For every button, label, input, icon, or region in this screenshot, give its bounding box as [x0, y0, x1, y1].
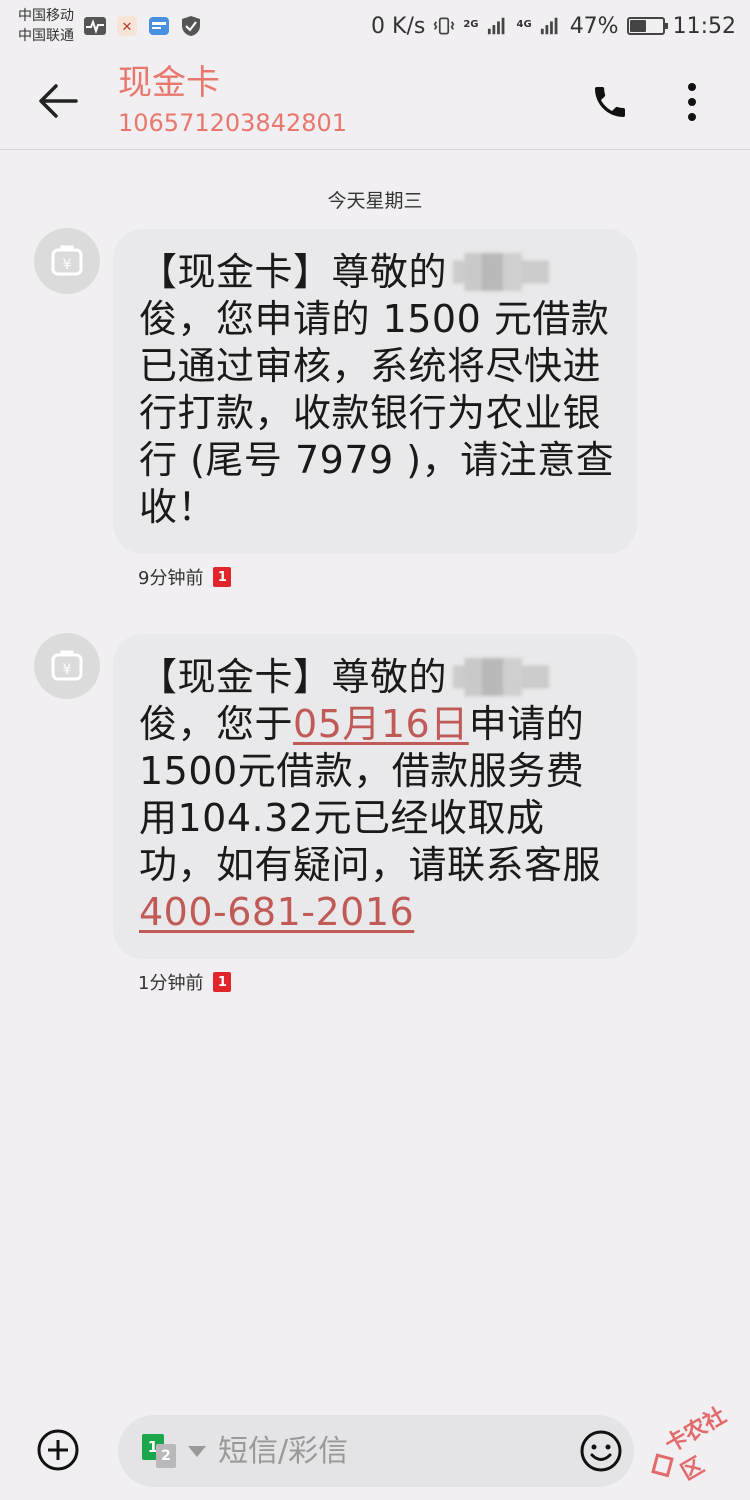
- battery-level: [629, 20, 646, 32]
- more-options-button[interactable]: [668, 74, 716, 130]
- message-bubble[interactable]: 【现金卡】尊敬的俊，您申请的 1500 元借款已通过审核，系统将尽快进行打款，收…: [113, 229, 637, 554]
- battery-percent: 47%: [569, 13, 619, 39]
- svg-text:¥: ¥: [63, 257, 72, 273]
- network-speed: 0 K/s: [371, 13, 426, 39]
- battery-icon: [626, 17, 668, 35]
- message-time: 1分钟前: [138, 973, 204, 994]
- message-meta: 9分钟前 1: [138, 564, 232, 590]
- message-bubble[interactable]: 【现金卡】尊敬的俊，您于05月16日申请的1500元借款，借款服务费用104.3…: [113, 634, 637, 959]
- phone-icon: [595, 87, 625, 117]
- carrier-1: 中国移动: [18, 8, 74, 24]
- sim-card-icon: 1: [213, 972, 232, 992]
- phone-link[interactable]: 400-681-2016: [139, 890, 414, 934]
- status-bar: 中国移动 中国联通 ✕ 0 K/s 2G 4G 47% 11:52: [0, 0, 750, 52]
- message-meta: 1分钟前 1: [138, 969, 232, 995]
- carrier-2: 中国联通: [18, 28, 74, 44]
- contact-avatar[interactable]: ¥: [34, 228, 100, 294]
- sim-selector[interactable]: 1 2: [142, 1434, 206, 1468]
- emoji-button[interactable]: [578, 1428, 624, 1474]
- add-attachment-button[interactable]: [34, 1426, 82, 1474]
- date-link[interactable]: 05月16日: [293, 702, 469, 746]
- signal-icon: [487, 15, 509, 37]
- redacted-name: [453, 658, 550, 696]
- signal-icon: [540, 15, 562, 37]
- app-notification-icon: ✕: [116, 15, 138, 37]
- carrier-names: 中国移动 中国联通: [18, 6, 74, 46]
- sim-select-icon: 1 2: [142, 1434, 178, 1468]
- wallet-icon: [148, 15, 170, 37]
- date-separator: 今天星期三: [327, 190, 423, 212]
- sim1-network: 2G: [463, 18, 479, 30]
- contact-name: 现金卡: [118, 62, 220, 103]
- message-time: 9分钟前: [138, 568, 204, 589]
- message-composer: 1 2: [118, 1415, 634, 1487]
- watermark-text: 卡农社区: [661, 1403, 731, 1486]
- avatar-icon: ¥: [51, 245, 83, 276]
- message-input[interactable]: [218, 1433, 548, 1469]
- chevron-down-icon: [188, 1445, 206, 1457]
- conversation-header: 现金卡 106571203842801: [0, 52, 750, 150]
- contact-avatar[interactable]: ¥: [34, 633, 100, 699]
- call-button[interactable]: [582, 74, 638, 130]
- activity-icon: [84, 15, 106, 37]
- status-right: 0 K/s 2G 4G 47% 11:52: [371, 14, 736, 39]
- message-text: 俊，您于: [139, 702, 294, 746]
- redacted-name: [453, 253, 550, 291]
- contact-info: 现金卡 106571203842801: [118, 63, 347, 139]
- notification-icons: ✕: [84, 15, 202, 37]
- avatar-icon: ¥: [51, 650, 83, 681]
- clock: 11:52: [672, 13, 736, 39]
- contact-number: 106571203842801: [118, 108, 348, 137]
- sim2-network: 4G: [516, 18, 532, 30]
- message-text: 俊，您申请的 1500 元借款已通过审核，系统将尽快进行打款，收款银行为农业银行…: [139, 297, 615, 529]
- shield-icon: [180, 15, 202, 37]
- back-arrow-icon: [39, 83, 78, 118]
- watermark: 卡农社区: [642, 1398, 750, 1491]
- vibrate-icon: [433, 15, 455, 37]
- more-vertical-icon: [688, 83, 696, 121]
- watermark-logo-icon: [651, 1453, 675, 1478]
- add-circle-icon: [37, 1429, 79, 1471]
- back-button[interactable]: [28, 71, 88, 131]
- message-text: 【现金卡】尊敬的: [139, 655, 448, 699]
- svg-text:¥: ¥: [63, 662, 72, 678]
- sim-secondary: 2: [156, 1444, 176, 1468]
- emoji-icon: [580, 1430, 622, 1472]
- sim-card-icon: 1: [213, 567, 232, 587]
- message-text: 【现金卡】尊敬的: [139, 250, 448, 294]
- svg-text:✕: ✕: [122, 20, 133, 35]
